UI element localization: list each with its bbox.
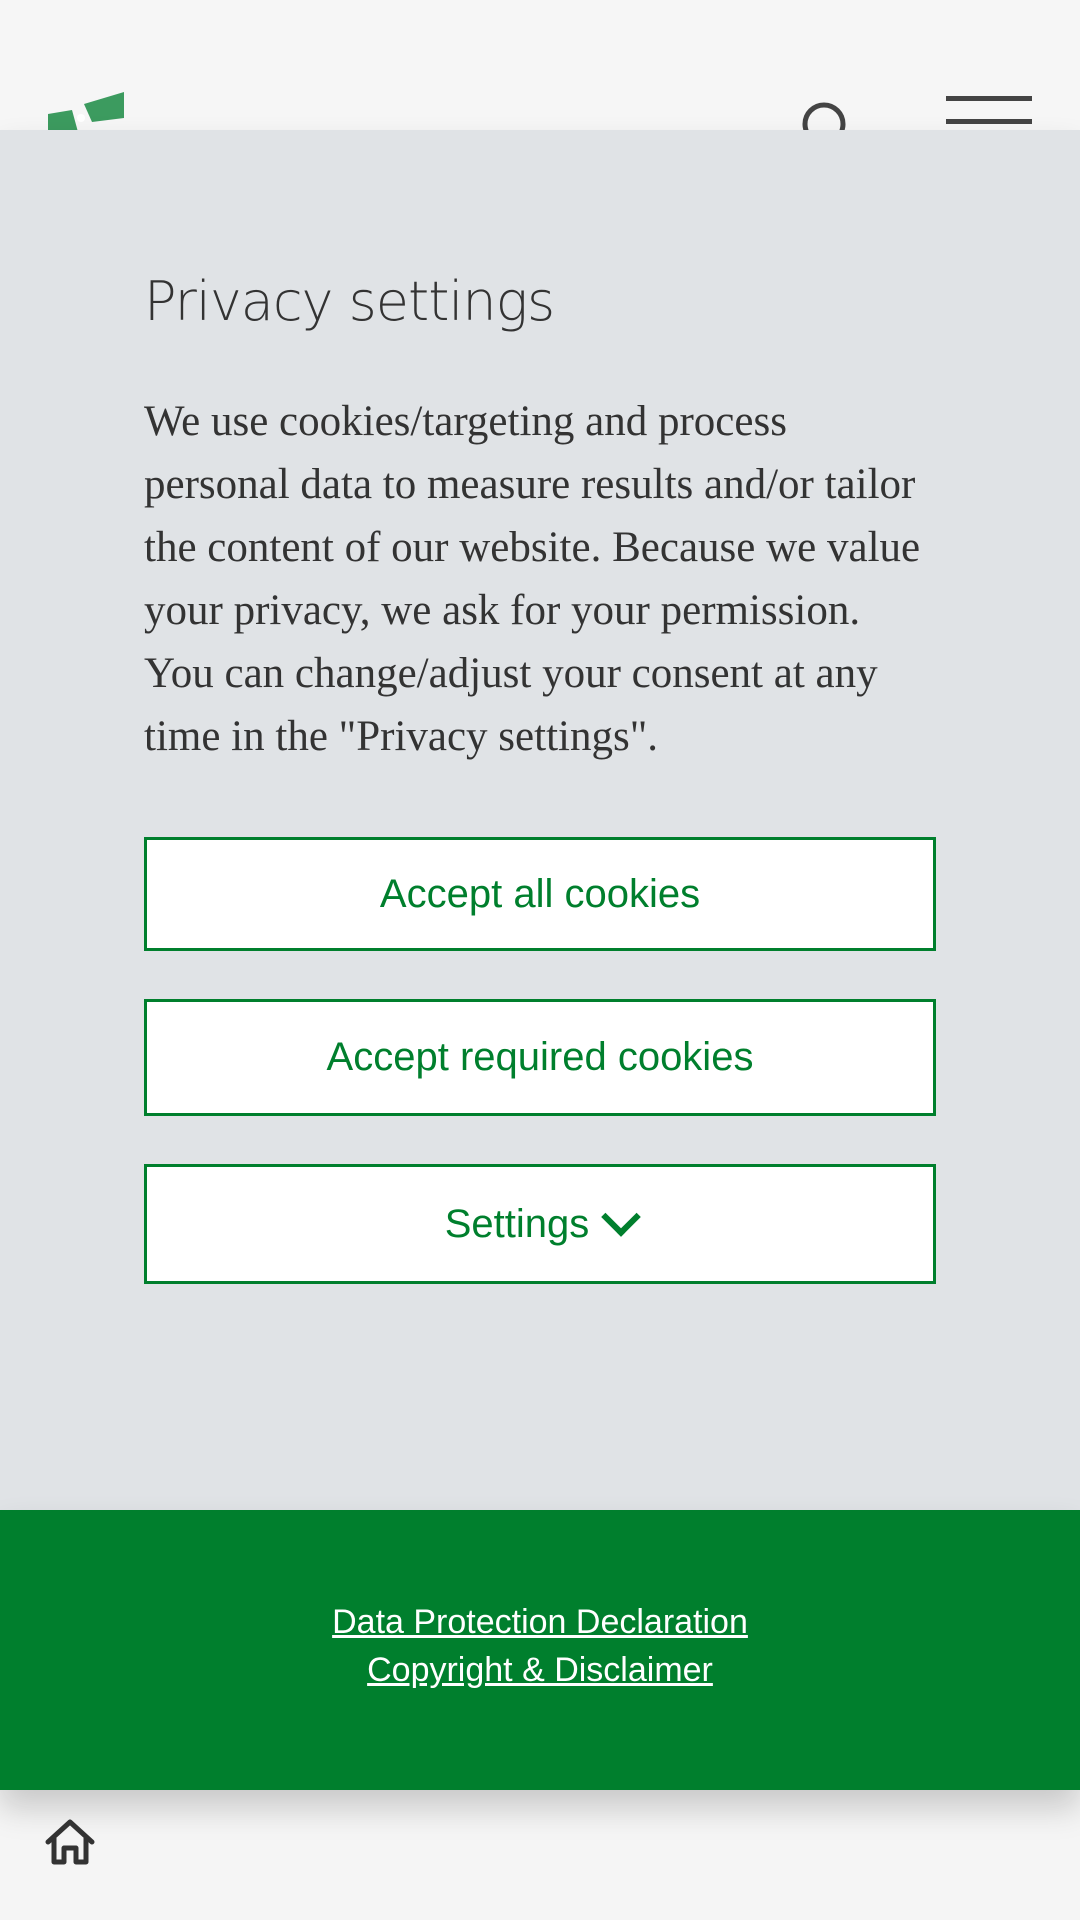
brand-logo[interactable] [48,92,128,132]
privacy-modal: Privacy settings We use cookies/targetin… [0,130,1080,1510]
menu-bar [946,119,1032,124]
copyright-disclaimer-link[interactable]: Copyright & Disclaimer [0,1646,1080,1694]
modal-footer: Data Protection Declaration Copyright & … [0,1510,1080,1790]
modal-content: Privacy settings We use cookies/targetin… [144,270,936,768]
settings-label: Settings [444,1201,590,1246]
page: Privacy settings We use cookies/targetin… [0,0,1080,1920]
accept-required-label: Accept required cookies [326,1035,754,1079]
footer-links: Data Protection Declaration Copyright & … [0,1598,1080,1694]
chevron-down-icon [601,1197,642,1237]
accept-all-cookies-button[interactable]: Accept all cookies [144,837,936,951]
home-icon[interactable] [44,1818,96,1866]
settings-button[interactable]: Settings [144,1164,936,1284]
accept-required-cookies-button[interactable]: Accept required cookies [144,999,936,1116]
menu-bar [946,96,1032,101]
modal-description: We use cookies/targeting and process per… [144,398,921,760]
data-protection-link[interactable]: Data Protection Declaration [0,1598,1080,1646]
modal-title: Privacy settings [144,270,555,333]
site-header [0,0,1080,146]
accept-all-label: Accept all cookies [379,871,701,916]
